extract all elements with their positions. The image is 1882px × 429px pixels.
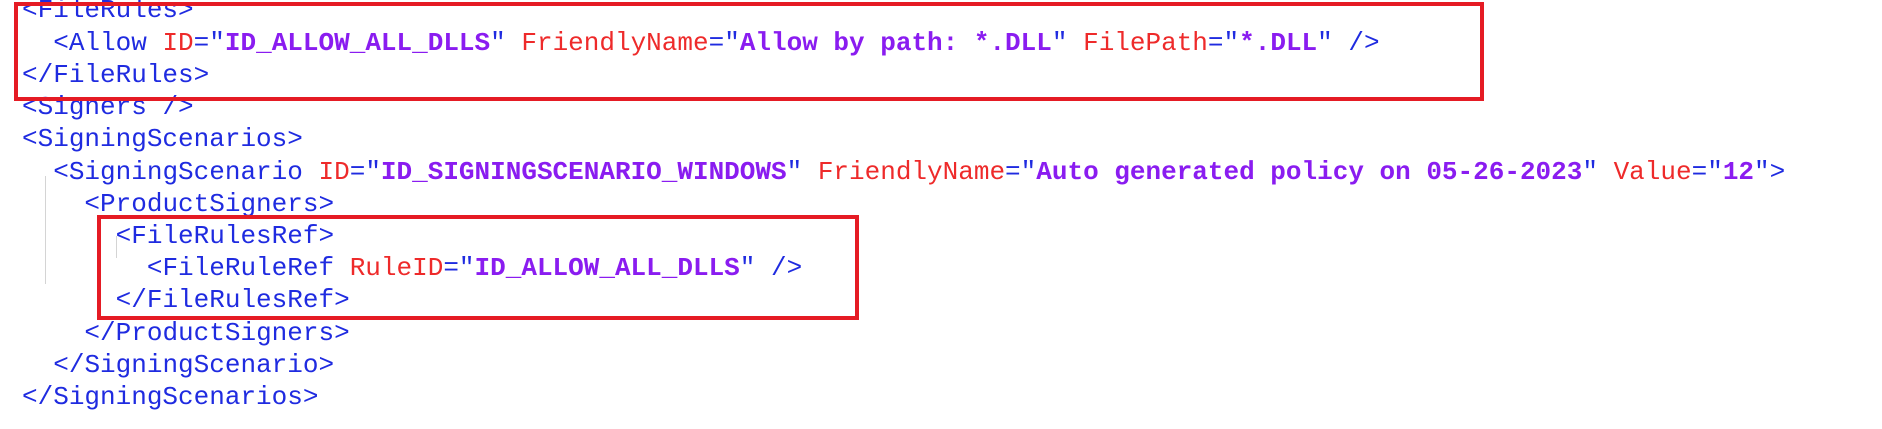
attribute-value: ID_SIGNINGSCENARIO_WINDOWS <box>380 157 787 187</box>
quote-mark: " <box>1707 157 1723 187</box>
filerules-highlight-box <box>14 2 1484 101</box>
equals-sign: = <box>1005 157 1021 187</box>
tag-bracket: > <box>302 382 319 412</box>
tag-name: SigningScenarios <box>37 124 288 154</box>
tag-bracket: < <box>22 124 38 154</box>
code-line: </ProductSigners> <box>22 317 350 349</box>
code-line: <SigningScenario ID="ID_SIGNINGSCENARIO_… <box>22 156 1785 188</box>
attribute-name: Value <box>1613 157 1692 187</box>
code-line: </SigningScenario> <box>22 349 334 381</box>
quote-mark: " <box>1754 157 1770 187</box>
attribute-name: FriendlyName <box>817 157 1006 187</box>
equals-sign: = <box>1691 157 1708 187</box>
quote-mark: " <box>786 157 803 187</box>
tag-bracket: </ <box>53 350 85 380</box>
equals-sign: = <box>349 157 366 187</box>
filerulesref-highlight-box <box>97 215 859 320</box>
tag-bracket: < <box>53 157 69 187</box>
quote-mark: " <box>365 157 381 187</box>
code-line: </SigningScenarios> <box>22 381 318 413</box>
code-line: <SigningScenarios> <box>22 123 303 155</box>
tag-bracket: > <box>1769 157 1786 187</box>
quote-mark: " <box>1020 157 1037 187</box>
attribute-name: ID <box>318 157 350 187</box>
tag-bracket: > <box>334 318 350 348</box>
tag-bracket: </ <box>22 382 54 412</box>
tag-bracket: </ <box>84 318 116 348</box>
tag-name: SigningScenario <box>68 157 303 187</box>
attribute-value: 12 <box>1722 157 1755 187</box>
tag-name: SigningScenario <box>84 350 319 380</box>
tag-bracket: > <box>287 124 303 154</box>
quote-mark: " <box>1582 157 1598 187</box>
tag-bracket: > <box>318 350 335 380</box>
tag-name: ProductSigners <box>115 318 335 348</box>
xml-editor[interactable]: <FileRules> <Allow ID="ID_ALLOW_ALL_DLLS… <box>0 0 1882 429</box>
tag-name: SigningScenarios <box>53 382 303 412</box>
attribute-value: Auto generated policy on 05-26-2023 <box>1036 157 1583 187</box>
